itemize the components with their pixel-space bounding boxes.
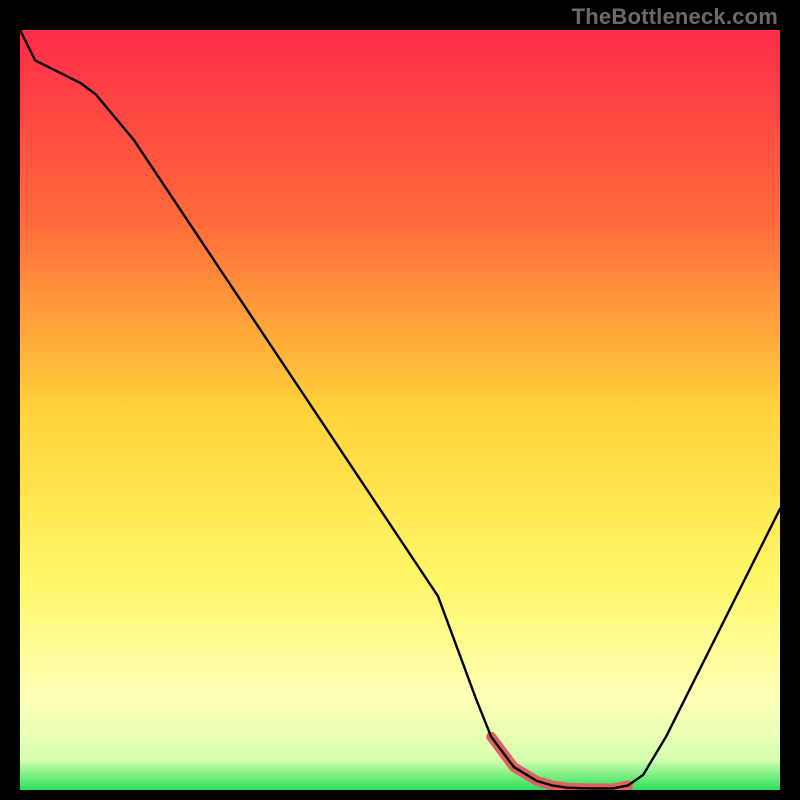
chart-container: TheBottleneck.com <box>0 0 800 800</box>
bottleneck-curve <box>20 30 780 788</box>
plot-area <box>20 30 780 790</box>
watermark-text: TheBottleneck.com <box>572 4 778 30</box>
curve-layer <box>20 30 780 790</box>
